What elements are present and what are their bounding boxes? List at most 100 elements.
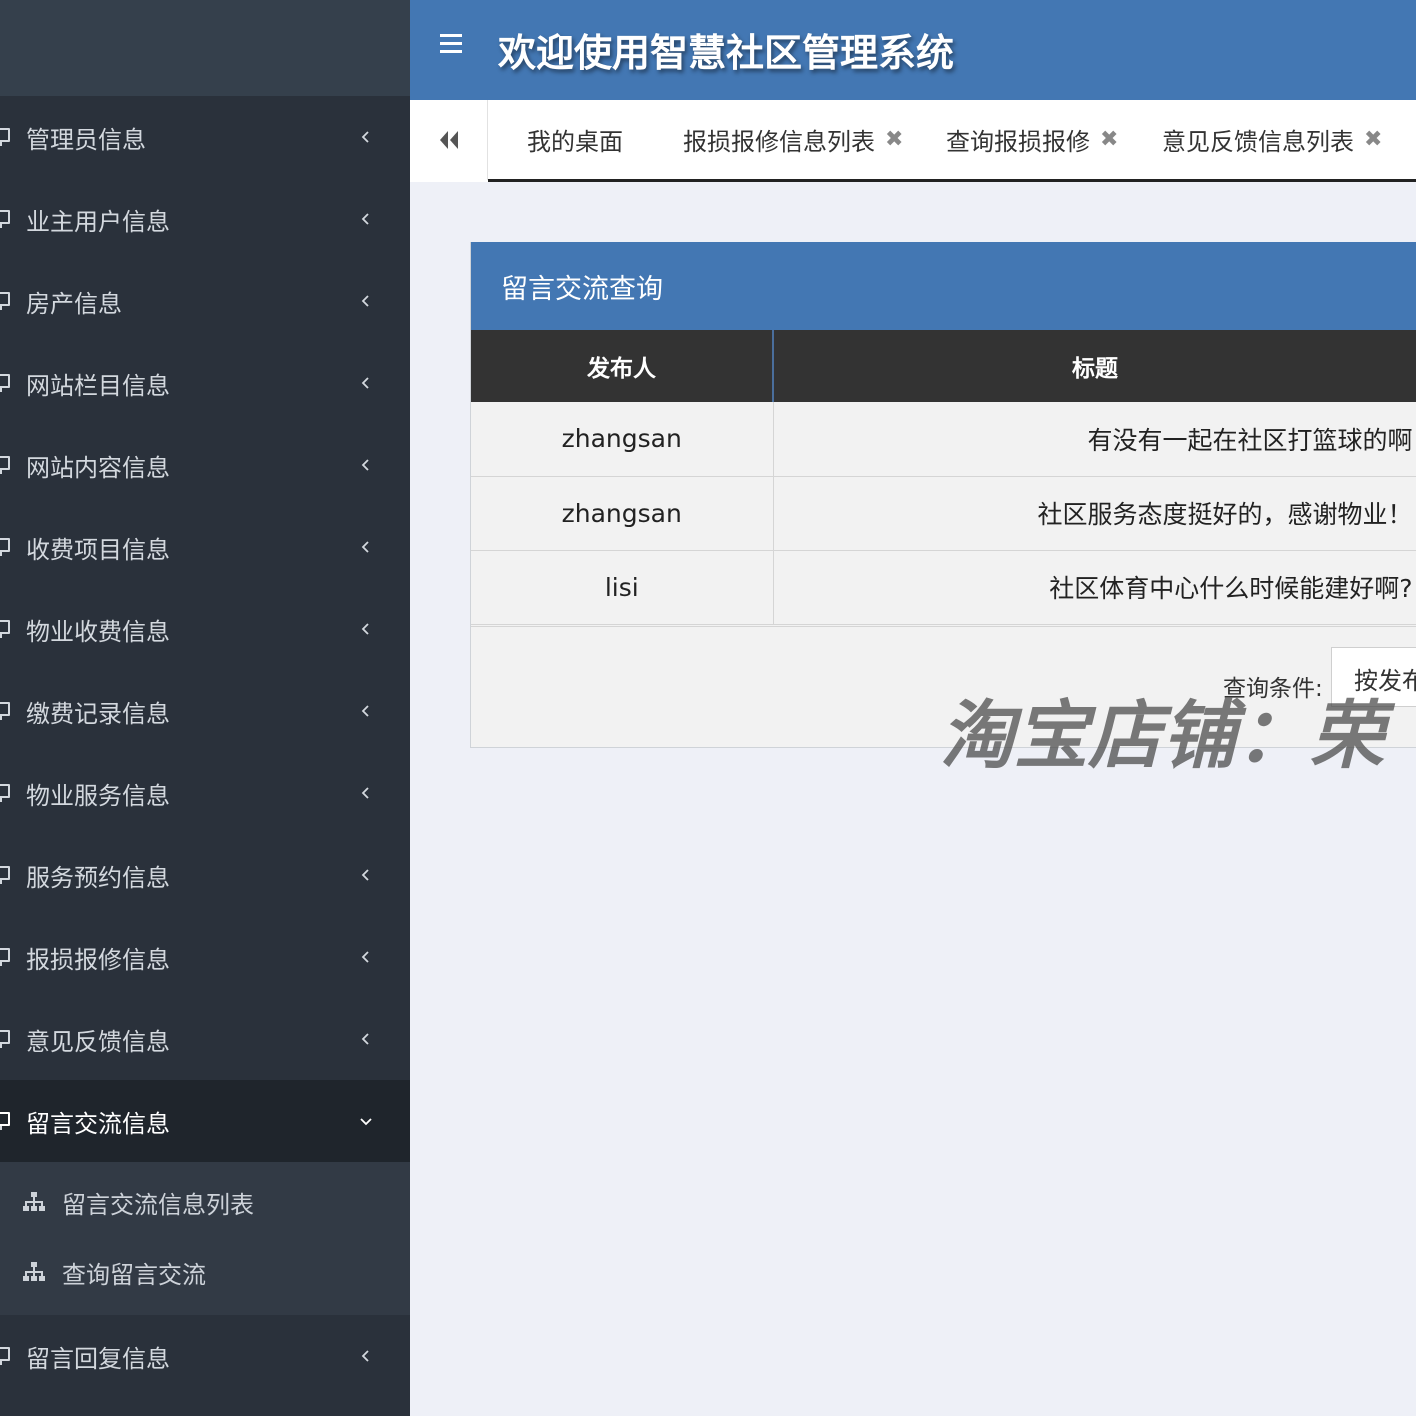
chevron-left-icon	[358, 129, 374, 145]
monitor-icon	[0, 374, 10, 392]
tab-bar-underline	[488, 179, 1416, 182]
chevron-down-icon	[358, 1113, 374, 1129]
chevron-left-icon	[358, 1348, 374, 1364]
tab-query-repair[interactable]: 查询报损报修 ✖	[946, 100, 1118, 178]
sitemap-icon	[22, 1261, 46, 1283]
chevron-left-icon	[358, 785, 374, 801]
monitor-icon	[0, 784, 10, 802]
chevron-left-icon	[358, 703, 374, 719]
column-header-title[interactable]: 标题	[773, 330, 1416, 402]
sidebar-item-site-content-info[interactable]: 网站内容信息	[0, 424, 410, 506]
chevron-left-icon	[358, 211, 374, 227]
monitor-icon	[0, 456, 10, 474]
monitor-icon	[0, 292, 10, 310]
tab-bar: 我的桌面 报损报修信息列表 ✖ 查询报损报修 ✖ 意见反馈信息列表 ✖	[410, 100, 1416, 182]
chevron-left-icon	[358, 1031, 374, 1047]
query-condition-select[interactable]: 按发布人	[1331, 647, 1416, 707]
tab-label: 我的桌面	[527, 127, 623, 156]
sidebar-item-message-reply-info[interactable]: 留言回复信息	[0, 1315, 410, 1397]
tab-label: 查询报损报修	[946, 127, 1090, 156]
chevron-left-icon	[358, 293, 374, 309]
sidebar-item-label: 服务预约信息	[26, 863, 170, 892]
cell-publisher: lisi	[471, 550, 774, 625]
top-header: 欢迎使用智慧社区管理系统	[410, 0, 1416, 100]
monitor-icon	[0, 1347, 10, 1365]
sidebar-item-property-fee-info[interactable]: 物业收费信息	[0, 588, 410, 670]
sidebar-item-message-info[interactable]: 留言交流信息	[0, 1080, 410, 1162]
app-title: 欢迎使用智慧社区管理系统	[498, 31, 955, 75]
tab-scroll-left-button[interactable]	[410, 100, 488, 180]
sidebar-item-label: 留言交流信息	[26, 1109, 170, 1138]
sidebar-subitem-query-message[interactable]: 查询留言交流	[0, 1237, 410, 1307]
cell-title: 社区服务态度挺好的，感谢物业！	[773, 476, 1416, 551]
tab-label: 意见反馈信息列表	[1162, 127, 1354, 156]
sidebar-item-property-service-info[interactable]: 物业服务信息	[0, 752, 410, 834]
sidebar-item-owner-user-info[interactable]: 业主用户信息	[0, 178, 410, 260]
sidebar-item-label: 网站栏目信息	[26, 371, 170, 400]
query-area: 查询条件: 按发布人	[471, 626, 1416, 748]
close-icon[interactable]: ✖	[1100, 127, 1118, 152]
table-header-row: 发布人 标题	[471, 330, 1416, 402]
sidebar-item-feedback-info[interactable]: 意见反馈信息	[0, 998, 410, 1080]
sidebar-item-label: 报损报修信息	[26, 945, 170, 974]
monitor-icon	[0, 620, 10, 638]
sidebar-item-label: 缴费记录信息	[26, 699, 170, 728]
monitor-icon	[0, 1112, 10, 1130]
cell-title: 社区体育中心什么时候能建好啊?	[773, 550, 1416, 625]
sidebar-item-fee-item-info[interactable]: 收费项目信息	[0, 506, 410, 588]
sidebar-item-label: 业主用户信息	[26, 207, 170, 236]
monitor-icon	[0, 866, 10, 884]
hamburger-menu-icon[interactable]	[440, 34, 462, 53]
chevron-left-icon	[358, 867, 374, 883]
table-row[interactable]: lisi 社区体育中心什么时候能建好啊?	[471, 550, 1416, 625]
sidebar-item-label: 网站内容信息	[26, 453, 170, 482]
message-query-panel: 留言交流查询 发布人 标题 zhangsan 有没有一起在社区打篮球的啊 zha…	[470, 242, 1416, 748]
chevron-left-icon	[358, 375, 374, 391]
sidebar-item-payment-record-info[interactable]: 缴费记录信息	[0, 670, 410, 752]
tab-label: 报损报修信息列表	[683, 127, 875, 156]
cell-title: 有没有一起在社区打篮球的啊	[773, 402, 1416, 477]
tab-feedback-list[interactable]: 意见反馈信息列表 ✖	[1162, 100, 1382, 178]
sitemap-icon	[22, 1191, 46, 1213]
tab-repair-list[interactable]: 报损报修信息列表 ✖	[683, 100, 903, 178]
message-table: 发布人 标题 zhangsan 有没有一起在社区打篮球的啊 zhangsan 社…	[471, 330, 1416, 625]
sidebar-subitem-label: 查询留言交流	[62, 1260, 206, 1289]
sidebar-subitem-message-list[interactable]: 留言交流信息列表	[0, 1167, 410, 1237]
chevron-left-icon	[358, 539, 374, 555]
sidebar-item-property-info[interactable]: 房产信息	[0, 260, 410, 342]
sidebar-logo-area	[0, 0, 410, 96]
sidebar-subitem-label: 留言交流信息列表	[62, 1190, 254, 1219]
monitor-icon	[0, 210, 10, 228]
cell-publisher: zhangsan	[471, 476, 774, 551]
sidebar: 管理员信息 业主用户信息 房产信息 网站栏目信息 网站内容信息 收费项目信息 物…	[0, 0, 410, 1416]
sidebar-item-site-column-info[interactable]: 网站栏目信息	[0, 342, 410, 424]
chevron-left-icon	[358, 621, 374, 637]
table-row[interactable]: zhangsan 有没有一起在社区打篮球的啊	[471, 402, 1416, 477]
cell-publisher: zhangsan	[471, 402, 774, 477]
sidebar-item-label: 留言回复信息	[26, 1344, 170, 1373]
monitor-icon	[0, 1030, 10, 1048]
monitor-icon	[0, 128, 10, 146]
query-condition-label: 查询条件:	[1223, 676, 1323, 702]
sidebar-item-label: 管理员信息	[26, 125, 146, 154]
monitor-icon	[0, 538, 10, 556]
column-header-publisher[interactable]: 发布人	[471, 330, 774, 402]
double-chevron-left-icon	[439, 131, 458, 149]
monitor-icon	[0, 702, 10, 720]
sidebar-item-label: 房产信息	[26, 289, 122, 318]
sidebar-item-label: 物业服务信息	[26, 781, 170, 810]
monitor-icon	[0, 948, 10, 966]
sidebar-item-label: 收费项目信息	[26, 535, 170, 564]
sidebar-item-repair-info[interactable]: 报损报修信息	[0, 916, 410, 998]
close-icon[interactable]: ✖	[1364, 127, 1382, 152]
tab-my-desktop[interactable]: 我的桌面	[527, 100, 623, 178]
close-icon[interactable]: ✖	[885, 127, 903, 152]
panel-title: 留言交流查询	[471, 242, 1416, 330]
sidebar-item-service-booking-info[interactable]: 服务预约信息	[0, 834, 410, 916]
sidebar-item-label: 物业收费信息	[26, 617, 170, 646]
chevron-left-icon	[358, 949, 374, 965]
sidebar-item-label: 意见反馈信息	[26, 1027, 170, 1056]
sidebar-item-admin-info[interactable]: 管理员信息	[0, 96, 410, 178]
table-row[interactable]: zhangsan 社区服务态度挺好的，感谢物业！	[471, 476, 1416, 551]
sidebar-submenu-message: 留言交流信息列表 查询留言交流	[0, 1162, 410, 1315]
